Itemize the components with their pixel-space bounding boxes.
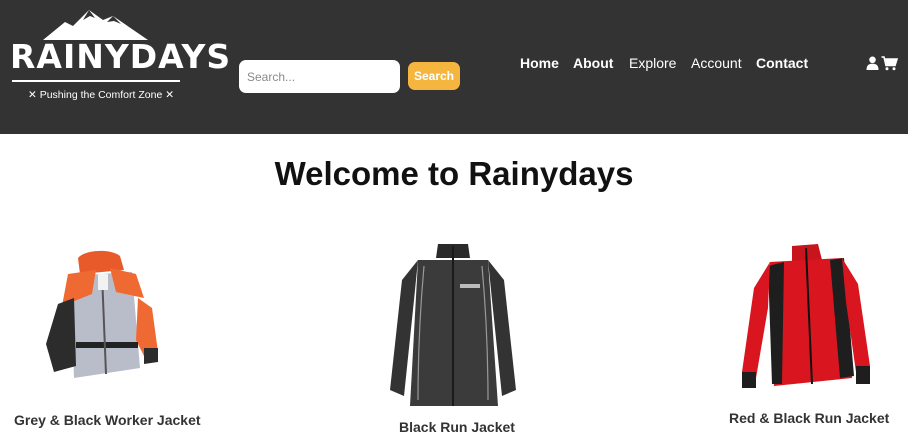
logo-divider (12, 80, 180, 82)
product-image[interactable] (738, 244, 874, 400)
user-icon[interactable] (866, 56, 879, 70)
search-input[interactable] (239, 60, 400, 93)
product-image[interactable] (384, 240, 522, 412)
nav-link-about[interactable]: About (573, 54, 613, 72)
page-title: Welcome to Rainydays (274, 155, 634, 192)
brand-name: RAINYDAYS (10, 37, 232, 76)
product-card[interactable]: Red & Black Run Jacket (729, 244, 889, 426)
brand-tagline: ✕ Pushing the Comfort Zone ✕ (28, 89, 174, 101)
search-button[interactable]: Search (408, 62, 460, 90)
cart-icon[interactable] (881, 56, 898, 71)
product-name[interactable]: Red & Black Run Jacket (729, 409, 889, 427)
nav-link-explore[interactable]: Explore (629, 54, 676, 72)
nav-link-account[interactable]: Account (691, 54, 742, 72)
product-name[interactable]: Grey & Black Worker Jacket (14, 411, 201, 429)
product-name[interactable]: Black Run Jacket (399, 418, 515, 432)
product-card[interactable]: Grey & Black Worker Jacket (14, 248, 201, 428)
brand-logo[interactable]: RAINYDAYS ✕ Pushing the Comfort Zone ✕ (8, 8, 232, 106)
product-image[interactable] (40, 248, 164, 390)
nav-link-home[interactable]: Home (520, 54, 559, 72)
site-header: RAINYDAYS ✕ Pushing the Comfort Zone ✕ S… (0, 0, 908, 134)
product-card[interactable]: Black Run Jacket (384, 240, 522, 432)
nav-link-contact[interactable]: Contact (756, 54, 808, 72)
mountain-icon (43, 10, 148, 40)
